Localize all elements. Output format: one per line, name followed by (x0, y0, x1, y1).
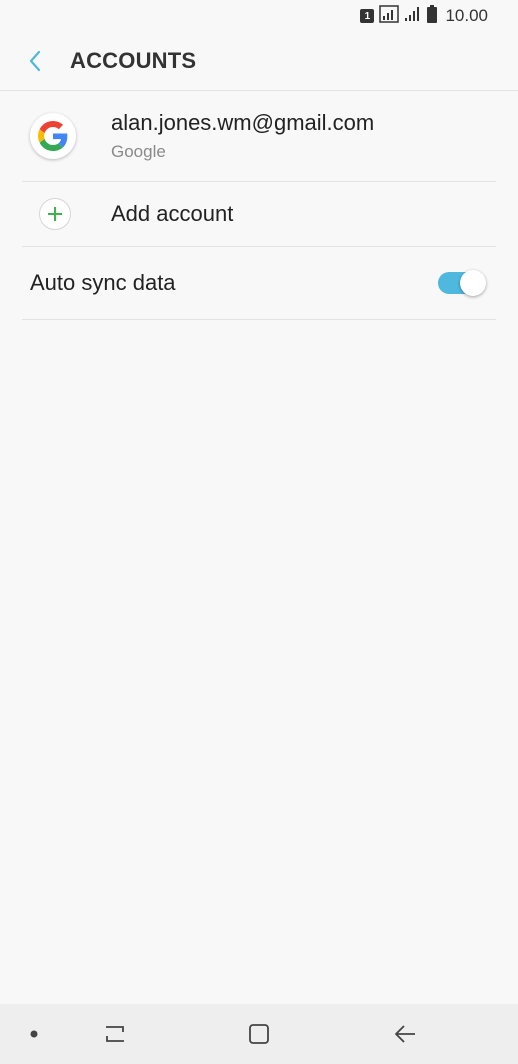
google-logo-icon (38, 121, 68, 151)
status-bar: 1 10.00 (0, 0, 518, 32)
navigation-bar (0, 1004, 518, 1064)
add-account-label: Add account (111, 201, 234, 226)
nav-dot-button[interactable] (14, 1004, 54, 1064)
auto-sync-toggle[interactable] (438, 270, 486, 296)
sim-icon: 1 (360, 9, 375, 23)
recents-icon (106, 1026, 124, 1042)
google-avatar (30, 113, 76, 159)
add-account-circle (39, 198, 71, 230)
account-email: alan.jones.wm@gmail.com (111, 110, 375, 135)
toggle-knob (460, 270, 486, 296)
accounts-list: alan.jones.wm@gmail.com Google Add accou… (22, 91, 496, 320)
recents-button[interactable] (90, 1004, 140, 1064)
dot-icon (30, 1030, 38, 1038)
wifi-calling-icon (379, 4, 400, 28)
back-button[interactable] (20, 46, 50, 76)
account-row-google[interactable]: alan.jones.wm@gmail.com Google (22, 91, 496, 182)
plus-icon (48, 207, 62, 221)
signal-icon (404, 6, 422, 27)
page-title: ACCOUNTS (70, 48, 197, 73)
home-button[interactable] (234, 1004, 284, 1064)
auto-sync-label: Auto sync data (30, 270, 176, 295)
status-time: 10.00 (445, 6, 488, 25)
nav-back-button[interactable] (380, 1004, 430, 1064)
add-account-button[interactable]: Add account (22, 182, 496, 247)
account-provider: Google (111, 142, 166, 161)
back-icon (395, 1025, 415, 1043)
chevron-left-icon (29, 50, 41, 72)
battery-icon (427, 4, 438, 28)
auto-sync-row[interactable]: Auto sync data (22, 247, 496, 320)
home-icon (249, 1024, 269, 1044)
app-bar: ACCOUNTS (0, 32, 518, 91)
